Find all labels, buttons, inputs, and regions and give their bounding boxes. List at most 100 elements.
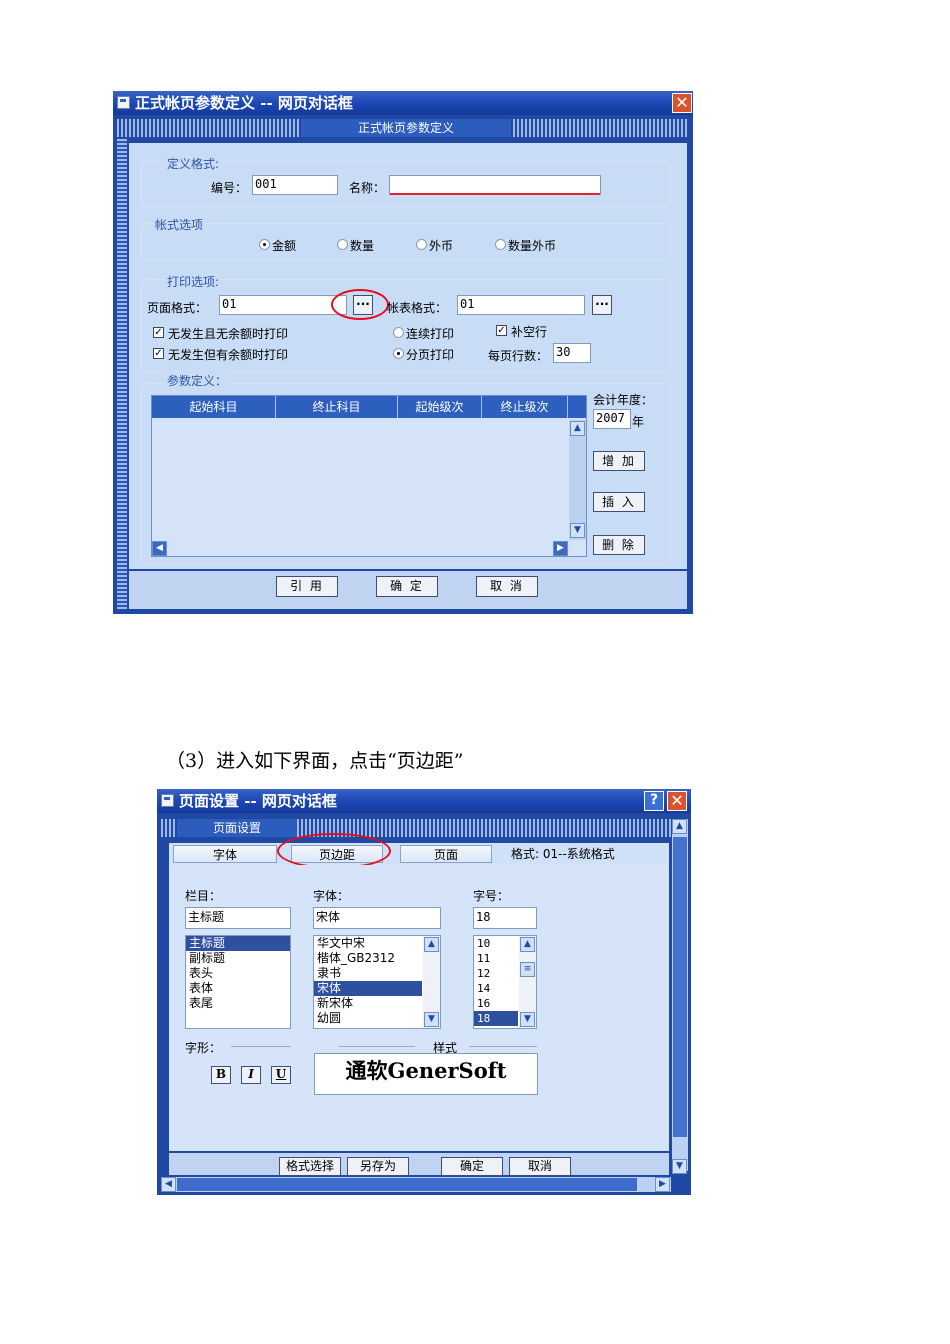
table-format-label: 帐表格式： [387, 301, 448, 315]
page-format-input[interactable]: 01 [219, 295, 347, 315]
dialog-titlebar[interactable]: 页面设置 -- 网页对话框 [157, 789, 691, 813]
size-label: 字号： [473, 889, 510, 903]
chevron-down-icon[interactable]: ▼ [520, 1012, 535, 1027]
list-item[interactable]: 隶书 [314, 966, 422, 981]
delete-button[interactable]: 删 除 [593, 535, 645, 555]
close-button[interactable]: ✕ [667, 791, 687, 811]
scroll-up-icon[interactable]: ▲ [570, 421, 585, 436]
table-format-ellipsis-button[interactable]: ··· [592, 295, 612, 315]
list-item[interactable]: 华文中宋 [314, 936, 422, 951]
radio-qty-foreign-label: 数量外币 [508, 239, 557, 253]
table-vscroll-track[interactable] [569, 420, 586, 540]
dialog-vscroll-thumb[interactable] [673, 837, 687, 1137]
list-item[interactable]: 表尾 [186, 996, 290, 1011]
define-format-legend: 定义格式: [165, 155, 222, 172]
fiscal-year-label: 会计年度： [593, 393, 654, 407]
list-item[interactable]: 10 [474, 936, 518, 951]
save-as-button[interactable]: 另存为 [347, 1157, 409, 1176]
list-item[interactable]: 幼圆 [314, 1011, 422, 1026]
scroll-down-icon[interactable]: ▼ [570, 523, 585, 538]
column-list[interactable]: 主标题 副标题 表头 表体 表尾 [185, 935, 291, 1029]
underline-button[interactable]: U [271, 1066, 291, 1084]
scroll-thumb-icon[interactable]: ≡ [520, 962, 535, 977]
font-list[interactable]: 华文中宋 楷体_GB2312 隶书 宋体 新宋体 幼圆 [313, 935, 441, 1029]
column-input[interactable]: 主标题 [185, 907, 291, 929]
scroll-right-icon[interactable]: ▶ [553, 541, 568, 556]
name-label: 名称： [349, 181, 386, 195]
print-with-balance-checkbox[interactable]: ✓ [153, 348, 164, 359]
radio-paged[interactable] [393, 348, 404, 359]
table-format-input[interactable]: 01 [457, 295, 585, 315]
code-label: 编号： [211, 181, 248, 195]
chevron-down-icon[interactable]: ▼ [424, 1012, 439, 1027]
list-item[interactable]: 12 [474, 966, 518, 981]
add-button[interactable]: 增 加 [593, 451, 645, 471]
rows-per-page-input[interactable]: 30 [553, 343, 591, 363]
scroll-left-icon[interactable]: ◀ [161, 1177, 176, 1192]
radio-qty-foreign[interactable] [495, 239, 506, 250]
cancel-button[interactable]: 取消 [509, 1157, 571, 1176]
print-no-balance-label: 无发生且无余额时打印 [168, 327, 289, 341]
content-panel: 栏目： 主标题 主标题 副标题 表头 表体 表尾 字体： 宋体 华文中宋 楷体_… [169, 865, 669, 1151]
bold-button[interactable]: B [211, 1066, 231, 1084]
print-options-legend: 打印选项: [165, 273, 222, 290]
list-item[interactable]: 18 [474, 1011, 518, 1026]
list-item[interactable]: 11 [474, 951, 518, 966]
name-input[interactable] [389, 175, 601, 195]
close-button[interactable]: ✕ [672, 93, 692, 113]
print-no-balance-checkbox[interactable]: ✓ [153, 327, 164, 338]
dialog-titlebar[interactable]: 正式帐页参数定义 -- 网页对话框 [113, 91, 693, 115]
radio-amount[interactable] [259, 239, 270, 250]
size-input[interactable]: 18 [473, 907, 537, 929]
list-item[interactable]: 宋体 [314, 981, 422, 996]
ok-button[interactable]: 确 定 [376, 576, 438, 597]
italic-button[interactable]: I [241, 1066, 261, 1084]
params-legend: 参数定义： [165, 372, 230, 389]
list-item[interactable]: 14 [474, 981, 518, 996]
scroll-right-icon[interactable]: ▶ [655, 1177, 670, 1192]
col-start-subject[interactable]: 起始科目 [152, 396, 276, 418]
font-input[interactable]: 宋体 [313, 907, 441, 929]
fill-empty-rows-checkbox[interactable]: ✓ [496, 325, 507, 336]
header-title: 正式帐页参数定义 [301, 119, 511, 137]
page-icon [117, 96, 130, 109]
cancel-button[interactable]: 取 消 [476, 576, 538, 597]
radio-quantity[interactable] [337, 239, 348, 250]
scroll-down-icon[interactable]: ▼ [672, 1159, 687, 1174]
account-options-legend: 帐式选项 [153, 216, 206, 233]
radio-foreign[interactable] [416, 239, 427, 250]
tab-page[interactable]: 页面 [400, 845, 492, 863]
tab-font[interactable]: 字体 [173, 845, 277, 863]
col-start-level[interactable]: 起始级次 [398, 396, 482, 418]
format-select-button[interactable]: 格式选择 [279, 1157, 341, 1176]
radio-paged-label: 分页打印 [406, 348, 455, 362]
step-caption: （3）进入如下界面，点击“页边距” [166, 750, 464, 772]
insert-button[interactable]: 插 入 [593, 492, 645, 512]
radio-foreign-label: 外币 [429, 239, 454, 253]
radio-continuous[interactable] [393, 327, 404, 338]
chevron-up-icon[interactable]: ▲ [424, 937, 439, 952]
cite-button[interactable]: 引 用 [276, 576, 338, 597]
chevron-up-icon[interactable]: ▲ [520, 937, 535, 952]
radio-amount-label: 金额 [272, 239, 297, 253]
hscroll-thumb[interactable] [177, 1178, 637, 1191]
params-table [151, 395, 587, 557]
fiscal-year-input[interactable]: 2007 [593, 409, 631, 429]
list-item[interactable]: 新宋体 [314, 996, 422, 1011]
scroll-left-icon[interactable]: ◀ [152, 541, 167, 556]
list-item[interactable]: 表头 [186, 966, 290, 981]
format-label: 格式: 01--系统格式 [511, 847, 615, 861]
col-end-level[interactable]: 终止级次 [482, 396, 568, 418]
list-item[interactable]: 16 [474, 996, 518, 1011]
help-button[interactable]: ? [644, 791, 664, 811]
list-item[interactable]: 楷体_GB2312 [314, 951, 422, 966]
column-label: 栏目： [185, 889, 222, 903]
list-item[interactable]: 主标题 [186, 936, 290, 951]
ok-button[interactable]: 确定 [441, 1157, 503, 1176]
page-icon [161, 794, 174, 807]
col-end-subject[interactable]: 终止科目 [276, 396, 398, 418]
list-item[interactable]: 表体 [186, 981, 290, 996]
code-input[interactable]: 001 [252, 175, 338, 195]
scroll-up-icon[interactable]: ▲ [672, 819, 687, 834]
list-item[interactable]: 副标题 [186, 951, 290, 966]
